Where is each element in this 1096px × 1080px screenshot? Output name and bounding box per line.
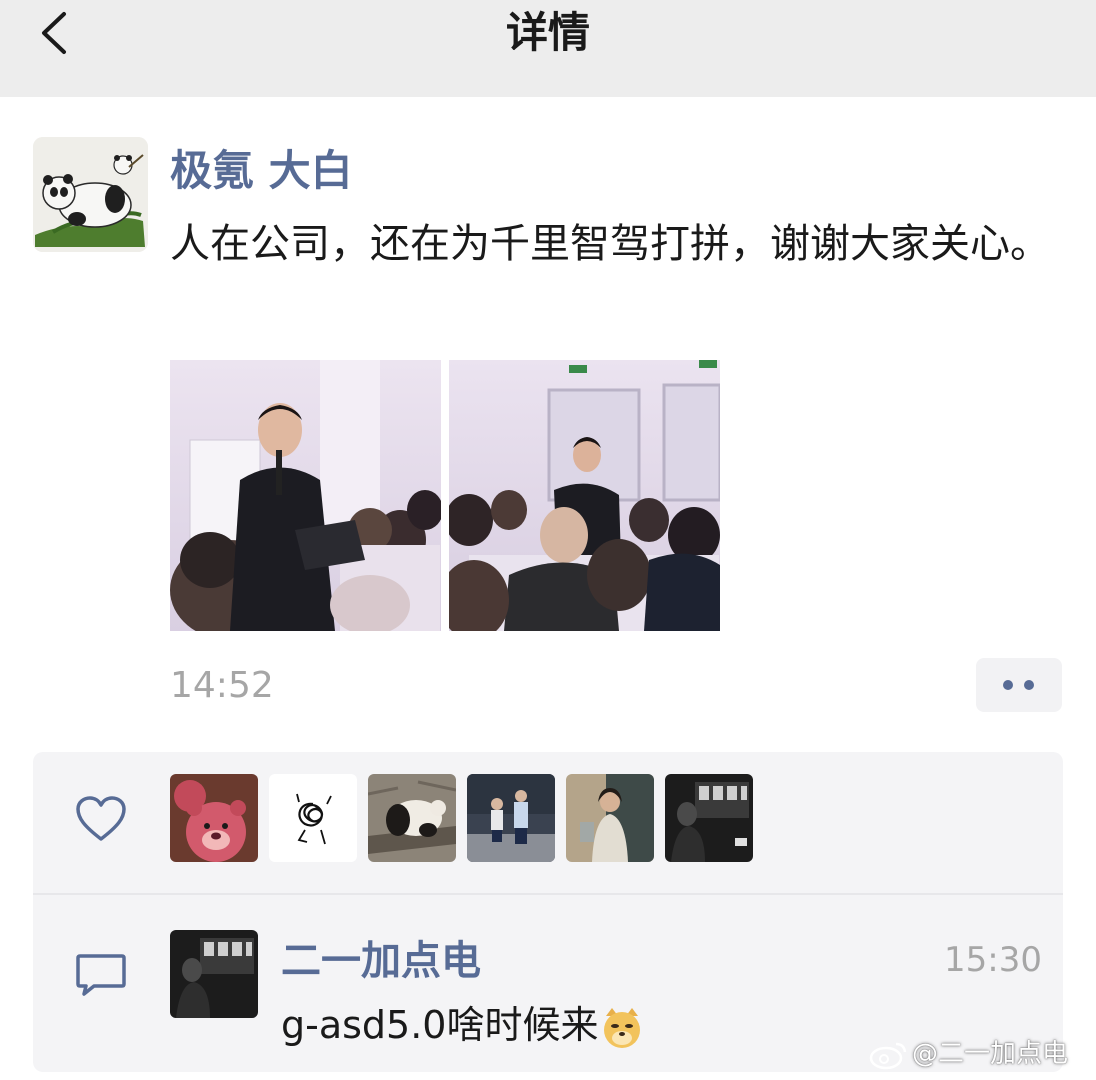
more-actions-button[interactable]: [976, 658, 1062, 712]
post-author-name[interactable]: 极氪 大白: [170, 143, 353, 199]
watermark-text: @二一加点电: [912, 1039, 1069, 1069]
speaker-photo-image: [170, 360, 441, 631]
dark-room-avatar: [665, 774, 753, 862]
woman-selfie-avatar: [566, 774, 654, 862]
liker-avatar-4[interactable]: [467, 774, 555, 862]
post-photo-2[interactable]: [449, 360, 720, 631]
commenter-name[interactable]: 二一加点电: [281, 936, 481, 986]
page-title: 详情: [505, 8, 590, 57]
commenter-avatar[interactable]: [170, 930, 258, 1018]
liker-avatar-5[interactable]: [566, 774, 654, 862]
panda-avatar: [368, 774, 456, 862]
comment-time: 15:30: [944, 940, 1042, 980]
panel-divider: [33, 893, 1063, 895]
lotso-bear-avatar: [170, 774, 258, 862]
liker-avatar-2[interactable]: [269, 774, 357, 862]
heart-icon: [76, 796, 126, 841]
panda-painting-image: [33, 137, 148, 252]
comment-text: g-asd5.0啥时候来: [281, 1000, 644, 1050]
post-time: 14:52: [170, 665, 274, 706]
weibo-icon: [869, 1042, 907, 1069]
liker-avatar-3[interactable]: [368, 774, 456, 862]
comment-icon: [76, 954, 126, 996]
dot-icon: [1003, 680, 1013, 690]
dark-room-avatar: [170, 930, 258, 1018]
post-photo-1[interactable]: [170, 360, 441, 631]
liker-avatar-6[interactable]: [665, 774, 753, 862]
two-children-avatar: [467, 774, 555, 862]
dot-icon: [1024, 680, 1034, 690]
author-avatar[interactable]: [33, 137, 148, 252]
comment-body: g-asd5.0啥时候来: [281, 1003, 599, 1047]
conference-room-photo-image: [449, 360, 720, 631]
liker-avatar-1[interactable]: [170, 774, 258, 862]
scribble-drawing-avatar: [269, 774, 357, 862]
doge-emoji-icon: [604, 1007, 641, 1048]
watermark: @二一加点电: [868, 1036, 1068, 1072]
top-bar: 详情: [0, 0, 1096, 97]
post-text: 人在公司，还在为千里智驾打拼，谢谢大家关心。: [170, 221, 1050, 267]
